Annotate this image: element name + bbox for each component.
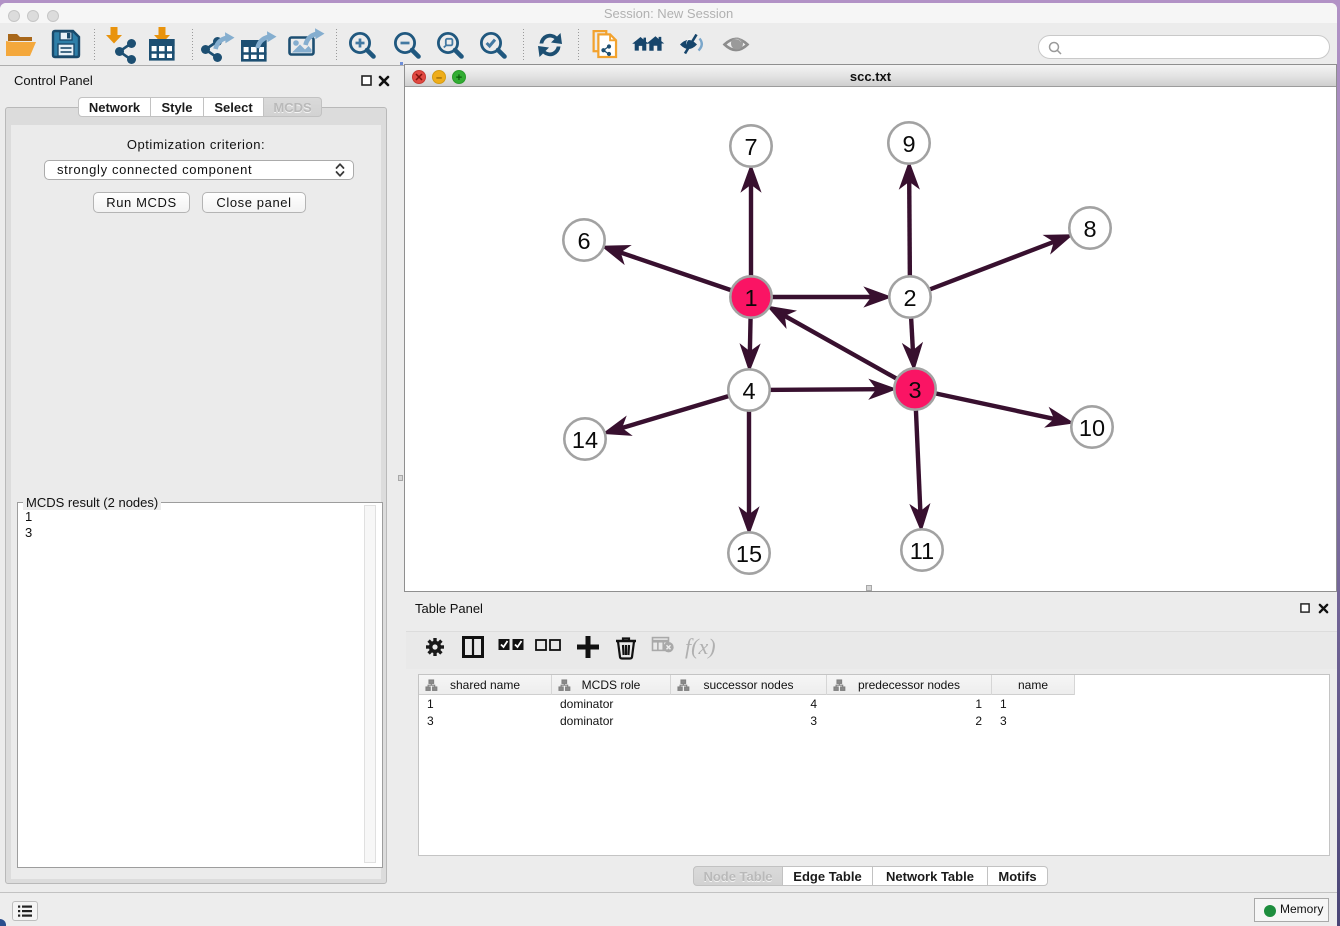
svg-text:14: 14: [572, 427, 598, 453]
svg-text:11: 11: [910, 538, 934, 564]
svg-text:15: 15: [736, 541, 762, 567]
svg-text:1: 1: [744, 285, 757, 311]
svg-text:4: 4: [742, 378, 755, 404]
svg-text:f(x): f(x): [685, 634, 716, 659]
svg-text:8: 8: [1083, 216, 1096, 242]
svg-text:2: 2: [903, 285, 916, 311]
svg-text:10: 10: [1079, 415, 1105, 441]
svg-text:3: 3: [908, 377, 921, 403]
svg-text:7: 7: [744, 134, 757, 160]
svg-text:6: 6: [577, 228, 590, 254]
svg-text:9: 9: [902, 131, 915, 157]
